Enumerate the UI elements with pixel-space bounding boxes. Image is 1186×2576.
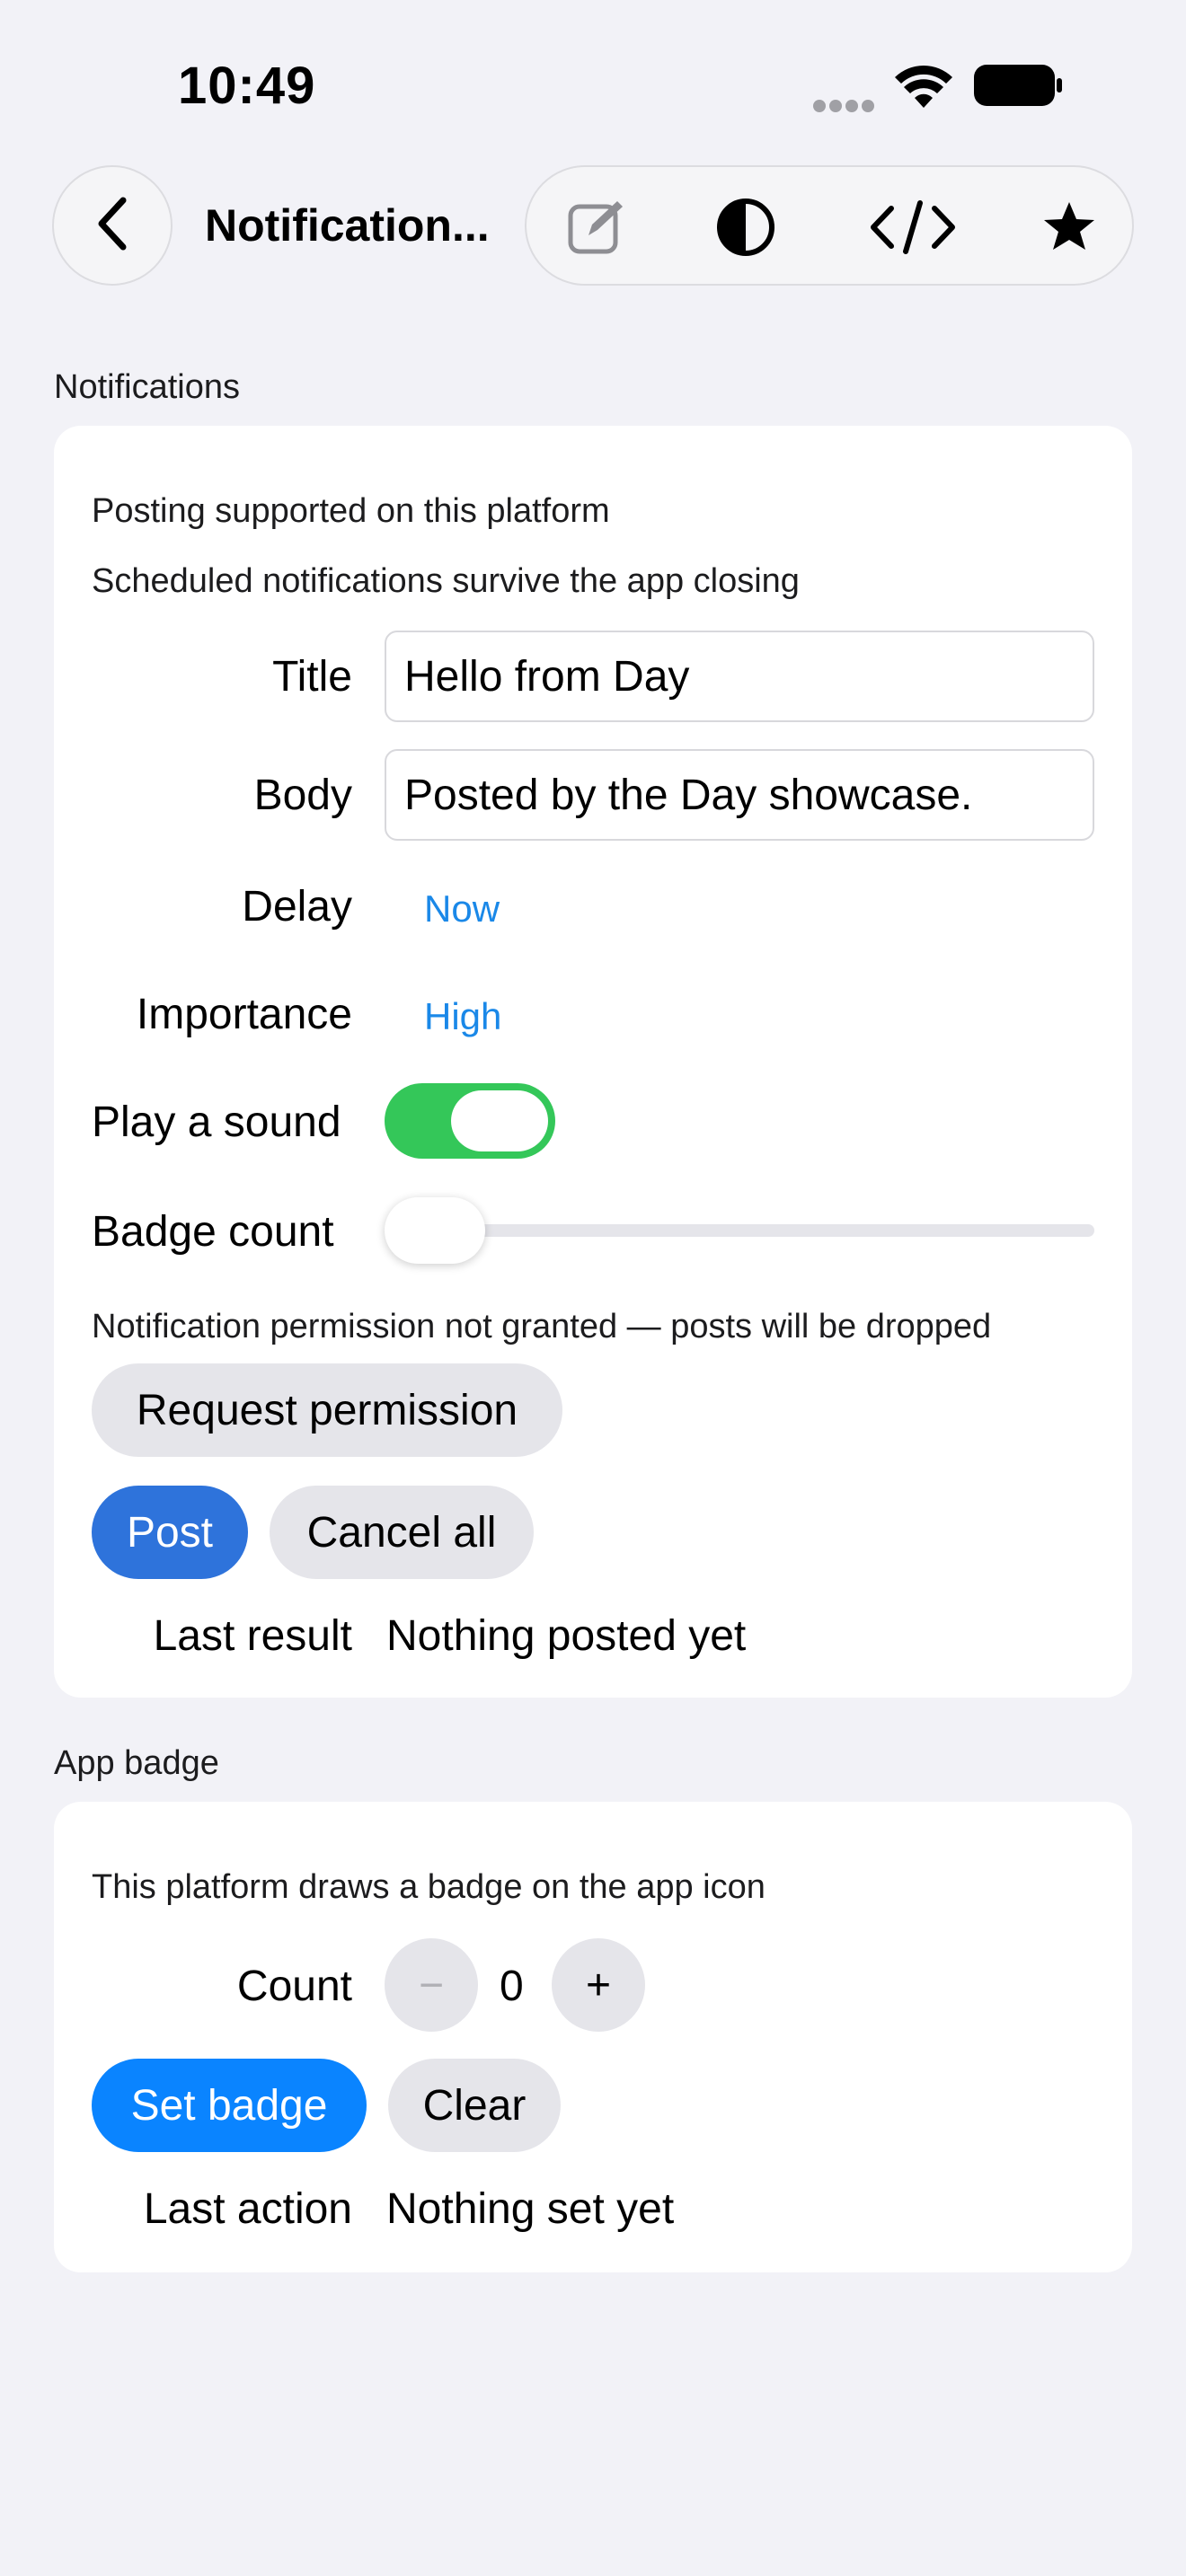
clear-button[interactable]: Clear [388, 2059, 561, 2152]
compose-icon[interactable] [566, 197, 627, 258]
toolbar [525, 165, 1134, 286]
wifi-icon [895, 65, 952, 114]
last-result-value: Nothing posted yet [386, 1612, 747, 1660]
page-title: Notification... [205, 200, 490, 251]
sound-label: Play a sound [92, 1098, 341, 1146]
code-icon[interactable] [868, 197, 958, 258]
support-note: Posting supported on this platform [92, 492, 610, 530]
signal-dots-icon [812, 99, 875, 118]
body-field[interactable]: Posted by the Day showcase. [385, 749, 1094, 841]
last-action-label: Last action [143, 2185, 352, 2233]
title-label: Title [272, 653, 352, 701]
section-header-notifications: Notifications [54, 368, 240, 406]
set-badge-button[interactable]: Set badge [92, 2059, 367, 2152]
badge-count-slider[interactable] [385, 1224, 1094, 1237]
cancel-all-button[interactable]: Cancel all [270, 1486, 534, 1579]
count-value: 0 [500, 1963, 524, 2010]
importance-label: Importance [136, 991, 352, 1038]
delay-label: Delay [242, 883, 352, 931]
slider-knob[interactable] [385, 1197, 485, 1264]
last-result-label: Last result [153, 1612, 352, 1660]
delay-picker[interactable]: Now [424, 887, 500, 931]
count-label: Count [236, 1963, 352, 2010]
schedule-note: Scheduled notifications survive the app … [92, 562, 800, 600]
increment-button[interactable]: + [552, 1938, 645, 2032]
body-label: Body [253, 772, 352, 819]
badge-count-label: Badge count [92, 1208, 334, 1256]
request-permission-button[interactable]: Request permission [92, 1363, 562, 1457]
decrement-button[interactable]: − [385, 1938, 478, 2032]
last-action-value: Nothing set yet [386, 2185, 675, 2233]
star-icon[interactable] [1039, 197, 1100, 258]
post-button[interactable]: Post [92, 1486, 248, 1579]
battery-icon [974, 65, 1064, 110]
sound-toggle[interactable] [385, 1083, 555, 1159]
badge-platform-note: This platform draws a badge on the app i… [92, 1868, 766, 1906]
importance-picker[interactable]: High [424, 995, 501, 1038]
back-chevron-icon [94, 197, 130, 255]
section-header-app-badge: App badge [54, 1744, 219, 1782]
back-button[interactable] [52, 165, 173, 286]
contrast-icon[interactable] [715, 197, 776, 258]
toggle-knob [451, 1090, 548, 1151]
permission-note: Notification permission not granted — po… [92, 1308, 992, 1345]
title-field[interactable]: Hello from Day [385, 631, 1094, 722]
